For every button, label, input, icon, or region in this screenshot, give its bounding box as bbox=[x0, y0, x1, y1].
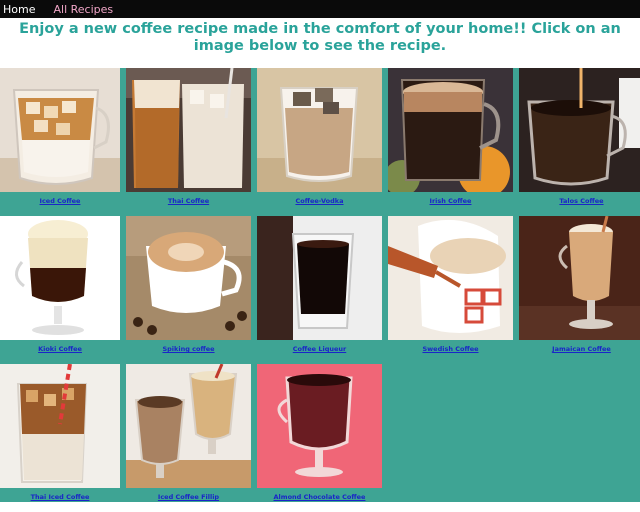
iced-coffee-fillip-image[interactable] bbox=[126, 364, 251, 488]
recipe-tile-kioki-coffee[interactable]: Kioki Coffee bbox=[0, 216, 120, 364]
recipe-tile-thai-coffee[interactable]: Thai Coffee bbox=[126, 68, 251, 216]
recipe-link-jamaican-coffee[interactable]: Jamaican Coffee bbox=[519, 345, 640, 353]
recipe-tile-irish-coffee[interactable]: Irish Coffee bbox=[388, 68, 513, 216]
nav-home-link[interactable]: Home bbox=[3, 3, 35, 16]
recipe-tile-talos-coffee[interactable]: Talos Coffee bbox=[519, 68, 640, 216]
recipe-link-iced-coffee-fillip[interactable]: Iced Coffee Fillip bbox=[126, 493, 251, 501]
recipe-link-swedish-coffee[interactable]: Swedish Coffee bbox=[388, 345, 513, 353]
recipe-tile-jamaican-coffee[interactable]: Jamaican Coffee bbox=[519, 216, 640, 364]
iced-coffee-image[interactable] bbox=[0, 68, 120, 192]
recipe-link-almond-chocolate-coffee[interactable]: Almond Chocolate Coffee bbox=[257, 493, 382, 501]
nav-all-recipes-link[interactable]: All Recipes bbox=[53, 3, 113, 16]
recipe-link-irish-coffee[interactable]: Irish Coffee bbox=[388, 197, 513, 205]
recipe-link-coffee-liqueur[interactable]: Coffee Liqueur bbox=[257, 345, 382, 353]
swedish-coffee-image[interactable] bbox=[388, 216, 513, 340]
top-navbar: Home All Recipes bbox=[0, 0, 640, 18]
recipe-grid: Iced Coffee Thai Coffee Coffee-Vodka Iri… bbox=[0, 68, 640, 502]
thai-coffee-image[interactable] bbox=[126, 68, 251, 192]
kioki-coffee-image[interactable] bbox=[0, 216, 120, 340]
recipe-link-iced-coffee[interactable]: Iced Coffee bbox=[0, 197, 120, 205]
recipe-tile-iced-coffee-fillip[interactable]: Iced Coffee Fillip bbox=[126, 364, 251, 512]
recipe-link-thai-iced-coffee[interactable]: Thai Iced Coffee bbox=[0, 493, 120, 501]
recipe-tile-thai-iced-coffee[interactable]: Thai Iced Coffee bbox=[0, 364, 120, 512]
recipe-tile-coffee-vodka[interactable]: Coffee-Vodka bbox=[257, 68, 382, 216]
thai-iced-coffee-image[interactable] bbox=[0, 364, 120, 488]
recipe-tile-spiking-coffee[interactable]: Spiking coffee bbox=[126, 216, 251, 364]
recipe-tile-iced-coffee[interactable]: Iced Coffee bbox=[0, 68, 120, 216]
page-headline: Enjoy a new coffee recipe made in the co… bbox=[19, 21, 621, 54]
recipe-link-talos-coffee[interactable]: Talos Coffee bbox=[519, 197, 640, 205]
coffee-vodka-image[interactable] bbox=[257, 68, 382, 192]
recipe-tile-almond-chocolate-coffee[interactable]: Almond Chocolate Coffee bbox=[257, 364, 382, 512]
jamaican-coffee-image[interactable] bbox=[519, 216, 640, 340]
page-bottom-edge bbox=[0, 502, 640, 508]
recipe-link-spiking-coffee[interactable]: Spiking coffee bbox=[126, 345, 251, 353]
recipe-link-thai-coffee[interactable]: Thai Coffee bbox=[126, 197, 251, 205]
coffee-liqueur-image[interactable] bbox=[257, 216, 382, 340]
talos-coffee-image[interactable] bbox=[519, 68, 640, 192]
spiking-coffee-image[interactable] bbox=[126, 216, 251, 340]
recipe-tile-coffee-liqueur[interactable]: Coffee Liqueur bbox=[257, 216, 382, 364]
almond-chocolate-coffee-image[interactable] bbox=[257, 364, 382, 488]
recipe-link-kioki-coffee[interactable]: Kioki Coffee bbox=[0, 345, 120, 353]
recipe-tile-swedish-coffee[interactable]: Swedish Coffee bbox=[388, 216, 513, 364]
irish-coffee-image[interactable] bbox=[388, 68, 513, 192]
recipe-link-coffee-vodka[interactable]: Coffee-Vodka bbox=[257, 197, 382, 205]
